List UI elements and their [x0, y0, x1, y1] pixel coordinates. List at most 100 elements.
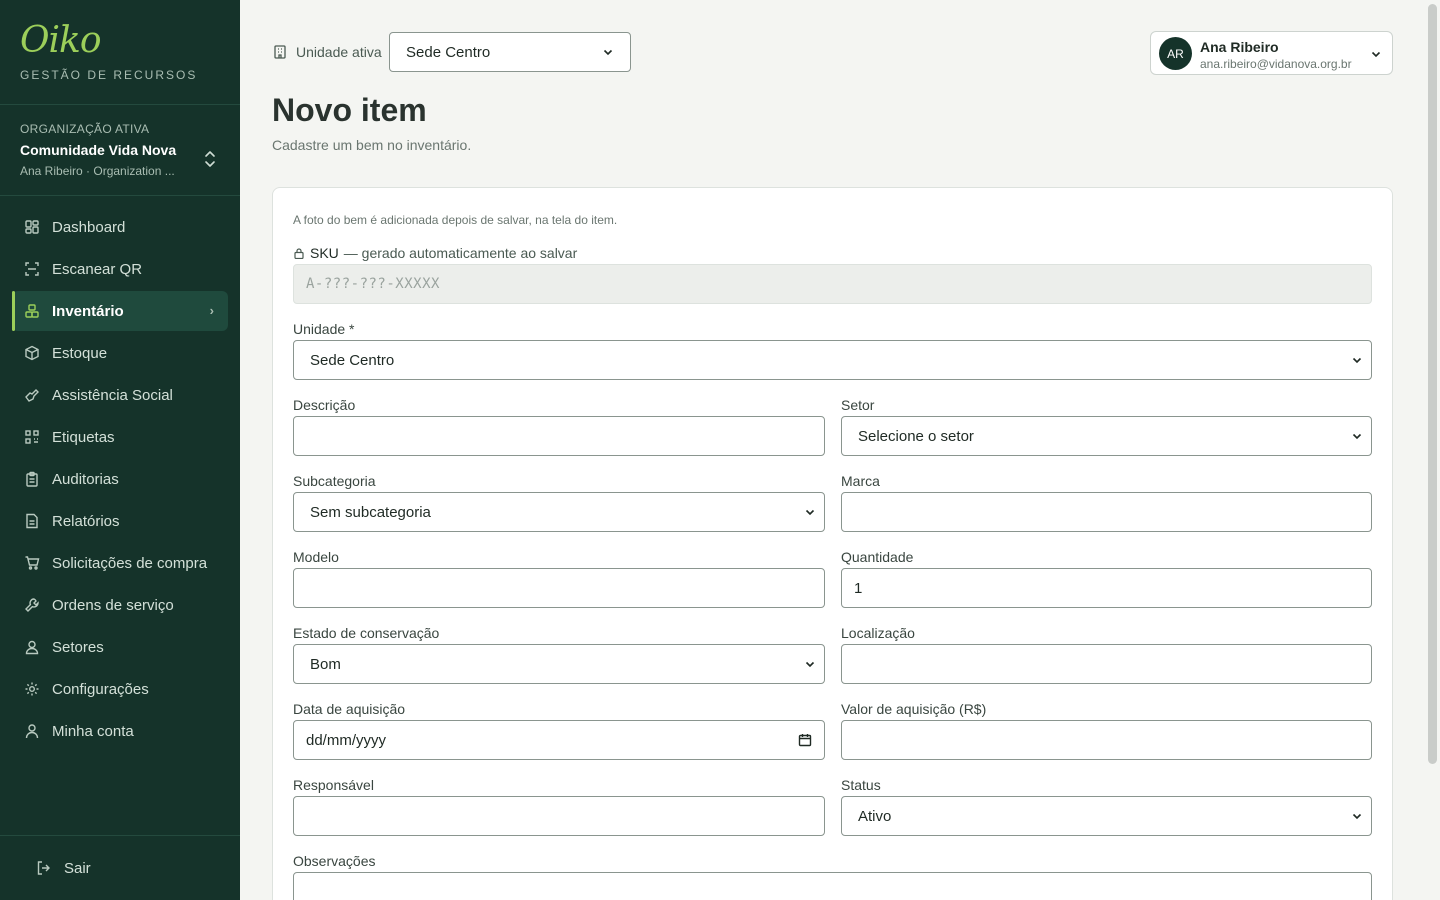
org-kicker: ORGANIZAÇÃO ATIVA [20, 122, 150, 136]
chevron-down-icon [805, 509, 815, 516]
setor-value: Selecione o setor [858, 427, 974, 445]
brand-logo[interactable]: Oiko [20, 22, 220, 60]
quantidade-input[interactable]: 1 [841, 568, 1372, 608]
valor-aquisicao-input[interactable] [841, 720, 1372, 760]
brand: Oiko GESTÃO DE RECURSOS [0, 0, 240, 105]
sidebar-item-label: Ordens de serviço [52, 596, 174, 614]
responsavel-input[interactable] [293, 796, 825, 836]
photo-note: A foto do bem é adicionada depois de sal… [293, 213, 618, 227]
report-icon [26, 513, 38, 529]
logout-icon [37, 861, 50, 875]
gear-icon [25, 682, 39, 696]
sidebar-item-label: Escanear QR [52, 260, 143, 278]
brand-tagline: GESTÃO DE RECURSOS [20, 68, 198, 82]
chevron-down-icon [1352, 357, 1362, 364]
sidebar-item-label: Estoque [52, 344, 108, 362]
observacoes-label: Observações [293, 853, 376, 869]
wrench-icon [25, 598, 39, 612]
setor-select[interactable]: Selecione o setor [841, 416, 1372, 456]
sidebar-item-social-assistance[interactable]: Assistência Social [12, 375, 228, 415]
org-subtitle: Ana Ribeiro · Organization ... [20, 164, 175, 178]
qr-code-icon [25, 430, 39, 444]
logout-label: Sair [64, 859, 91, 877]
status-select[interactable]: Ativo [841, 796, 1372, 836]
page-scrollbar[interactable] [1428, 4, 1437, 764]
sku-field: A-???-???-XXXXX [293, 264, 1372, 304]
descricao-input[interactable] [293, 416, 825, 456]
chevron-down-icon [603, 49, 613, 56]
responsavel-label: Responsável [293, 777, 374, 793]
inventory-icon [25, 304, 39, 318]
cart-icon [25, 556, 40, 570]
active-unit-value: Sede Centro [406, 43, 491, 61]
building-icon [274, 45, 286, 59]
chevron-up-down-icon[interactable] [202, 149, 218, 169]
sidebar-item-stock[interactable]: Estoque [12, 333, 228, 373]
calendar-icon[interactable] [798, 733, 812, 747]
sidebar-item-label: Etiquetas [52, 428, 115, 446]
sectors-icon [25, 640, 39, 655]
sku-hint: — gerado automaticamente ao salvar [343, 245, 578, 261]
sidebar: Oiko GESTÃO DE RECURSOS ORGANIZAÇÃO ATIV… [0, 0, 240, 900]
active-unit-label-text: Unidade ativa [296, 44, 382, 60]
marca-input[interactable] [841, 492, 1372, 532]
sidebar-item-label: Minha conta [52, 722, 134, 740]
sidebar-item-dashboard[interactable]: Dashboard [12, 207, 228, 247]
box-icon [25, 345, 39, 361]
logout-button[interactable]: Sair [24, 848, 240, 888]
modelo-input[interactable] [293, 568, 825, 608]
hand-heart-icon [25, 389, 39, 402]
chevron-down-icon [805, 661, 815, 668]
observacoes-textarea[interactable] [293, 872, 1372, 900]
setor-label: Setor [841, 397, 875, 413]
sidebar-item-label: Inventário [52, 302, 124, 320]
localizacao-input[interactable] [841, 644, 1372, 684]
sidebar-item-purchase-requests[interactable]: Solicitações de compra [12, 543, 228, 583]
subcategoria-select[interactable]: Sem subcategoria [293, 492, 825, 532]
clipboard-icon [26, 471, 38, 487]
sku-label: SKU — gerado automaticamente ao salvar [293, 245, 577, 261]
sidebar-item-reports[interactable]: Relatórios [12, 501, 228, 541]
date-placeholder: dd/mm/yyyy [306, 731, 387, 749]
data-aquisicao-label: Data de aquisição [293, 701, 406, 717]
user-icon [25, 724, 39, 739]
sidebar-item-sectors[interactable]: Setores [12, 627, 228, 667]
localizacao-label: Localização [841, 625, 915, 641]
lock-icon [294, 248, 304, 259]
sku-label-text: SKU [310, 245, 339, 261]
sidebar-item-settings[interactable]: Configurações [12, 669, 228, 709]
org-switcher[interactable]: ORGANIZAÇÃO ATIVA Comunidade Vida Nova A… [0, 105, 240, 196]
status-value: Ativo [858, 807, 892, 825]
unidade-value: Sede Centro [310, 351, 395, 369]
estado-label: Estado de conservação [293, 625, 440, 641]
user-name: Ana Ribeiro [1200, 39, 1279, 55]
user-menu[interactable]: AR Ana Ribeiro ana.ribeiro@vidanova.org.… [1150, 31, 1393, 75]
page-subtitle: Cadastre um bem no inventário. [272, 137, 472, 153]
user-email: ana.ribeiro@vidanova.org.br [1200, 57, 1352, 71]
sidebar-item-labels[interactable]: Etiquetas [12, 417, 228, 457]
sidebar-item-label: Setores [52, 638, 104, 656]
sidebar-item-service-orders[interactable]: Ordens de serviço [12, 585, 228, 625]
scan-icon [25, 262, 39, 276]
unidade-select[interactable]: Sede Centro [293, 340, 1372, 380]
sidebar-nav: Dashboard Escanear QR Inventário › Estoq… [0, 196, 240, 751]
active-unit-select[interactable]: Sede Centro [389, 32, 631, 72]
sidebar-item-inventory[interactable]: Inventário › [12, 291, 228, 331]
sidebar-item-my-account[interactable]: Minha conta [12, 711, 228, 751]
quantidade-label: Quantidade [841, 549, 914, 565]
chevron-down-icon [1352, 433, 1362, 440]
descricao-label: Descrição [293, 397, 356, 413]
dashboard-icon [25, 220, 39, 234]
data-aquisicao-input[interactable]: dd/mm/yyyy [293, 720, 825, 760]
sidebar-item-audits[interactable]: Auditorias [12, 459, 228, 499]
valor-aquisicao-label: Valor de aquisição (R$) [841, 701, 987, 717]
status-label: Status [841, 777, 881, 793]
estado-select[interactable]: Bom [293, 644, 825, 684]
sidebar-item-scan-qr[interactable]: Escanear QR [12, 249, 228, 289]
new-item-form: A foto do bem é adicionada depois de sal… [272, 187, 1393, 900]
marca-label: Marca [841, 473, 880, 489]
sidebar-item-label: Assistência Social [52, 386, 173, 404]
avatar: AR [1159, 37, 1192, 70]
org-name: Comunidade Vida Nova [20, 142, 177, 158]
sidebar-item-label: Dashboard [52, 218, 126, 236]
